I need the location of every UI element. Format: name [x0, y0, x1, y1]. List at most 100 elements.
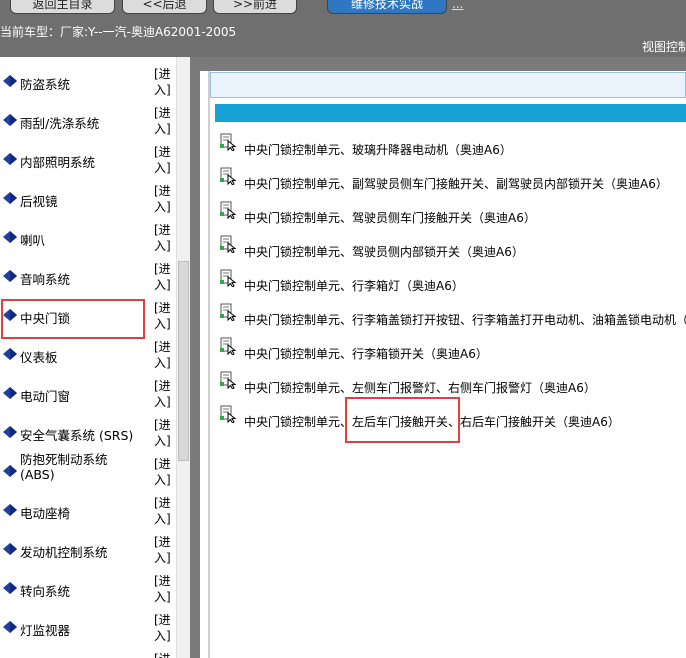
sidebar-item-label: 防抱死制动系统 (ABS)	[20, 452, 108, 482]
enter-link[interactable]: [进入]	[154, 534, 174, 566]
content-header-panel	[210, 72, 686, 98]
document-link-icon	[220, 405, 237, 423]
enter-link[interactable]: [进入]	[154, 222, 174, 254]
content-link-row[interactable]: 中央门锁控制单元、驾驶员侧车门接触开关（奥迪A6）	[216, 199, 686, 233]
diamond-icon	[3, 75, 17, 87]
sidebar-item-label: 雨刮/洗涤系统	[20, 116, 100, 131]
enter-link[interactable]: [进入]	[154, 417, 174, 449]
highlight-box-sidebar	[1, 299, 145, 339]
sidebar-item-lamp-monitor[interactable]: 灯监视器 [进入]	[0, 608, 176, 647]
diamond-icon	[3, 270, 17, 282]
view-control-label[interactable]: 视图控制	[642, 38, 686, 55]
forward-button[interactable]: >>前进	[213, 0, 297, 14]
sidebar-item-abs[interactable]: 防抱死制动系统 (ABS) [进入]	[0, 452, 176, 491]
sidebar-item-power-window[interactable]: 电动门窗 [进入]	[0, 374, 176, 413]
sidebar-item-label: 安全气囊系统 (SRS)	[20, 428, 134, 443]
document-link-icon	[220, 303, 237, 321]
enter-link[interactable]: [进入]	[154, 300, 174, 332]
enter-link[interactable]: [进入]	[154, 66, 174, 98]
sidebar-item-anti-theft[interactable]: 防盗系统 [进入]	[0, 62, 176, 101]
content-link-text[interactable]: 中央门锁控制单元、副驾驶员侧车门接触开关、副驾驶员内部锁开关（奥迪A6）	[244, 175, 668, 192]
more-link[interactable]: ...	[452, 0, 463, 11]
content-link-row[interactable]: 中央门锁控制单元、副驾驶员侧车门接触开关、副驾驶员内部锁开关（奥迪A6）	[216, 165, 686, 199]
enter-link[interactable]: [进入]	[154, 339, 174, 371]
content-link-text[interactable]: 中央门锁控制单元、驾驶员侧车门接触开关（奥迪A6）	[244, 209, 536, 226]
scrollbar-thumb[interactable]	[178, 261, 189, 461]
diamond-icon	[3, 543, 17, 555]
enter-link[interactable]: [进入]	[154, 612, 174, 644]
content-title-bar	[215, 104, 686, 122]
diamond-icon	[3, 231, 17, 243]
content-left-border	[208, 71, 210, 658]
document-link-icon	[220, 337, 237, 355]
content-link-text[interactable]: 中央门锁控制单元、行李箱灯（奥迪A6）	[244, 277, 464, 294]
diamond-icon	[3, 348, 17, 360]
diamond-icon	[3, 114, 17, 126]
sidebar-item-partial: [进入]	[0, 647, 176, 658]
diamond-icon	[3, 621, 17, 633]
frame-gap	[200, 57, 208, 658]
enter-link[interactable]: [进入]	[154, 495, 174, 527]
enter-link[interactable]: [进入]	[154, 573, 174, 605]
document-link-icon	[220, 371, 237, 389]
content-link-row[interactable]: 中央门锁控制单元、行李箱盖锁打开按钮、行李箱盖打开电动机、油箱盖锁电动机（奥	[216, 301, 686, 335]
sidebar-item-label: 内部照明系统	[20, 155, 96, 170]
top-toolbar: 返回主目录 <<后退 >>前进 维修技术实战 ... 当前车型：厂家:Y--一汽…	[0, 0, 686, 57]
sidebar-item-engine-control[interactable]: 发动机控制系统 [进入]	[0, 530, 176, 569]
diamond-icon	[3, 387, 17, 399]
content-link-text[interactable]: 中央门锁控制单元、行李箱盖锁打开按钮、行李箱盖打开电动机、油箱盖锁电动机（奥	[244, 311, 686, 328]
diamond-icon	[3, 192, 17, 204]
current-vehicle-label: 当前车型：厂家:Y--一汽-奥迪A62001-2005	[0, 25, 237, 39]
diamond-icon	[3, 426, 17, 438]
diamond-icon	[3, 504, 17, 516]
sidebar-item-label: 转向系统	[20, 584, 71, 599]
sidebar-item-airbag[interactable]: 安全气囊系统 (SRS) [进入]	[0, 413, 176, 452]
document-link-icon	[220, 269, 237, 287]
sidebar-item-label: 仪表板	[20, 350, 58, 365]
content-link-text[interactable]: 中央门锁控制单元、驾驶员侧内部锁开关（奥迪A6）	[244, 243, 524, 260]
content-link-text[interactable]: 中央门锁控制单元、行李箱锁开关（奥迪A6）	[244, 345, 488, 362]
enter-link[interactable]: [进入]	[154, 651, 174, 658]
enter-link[interactable]: [进入]	[154, 456, 174, 488]
content-link-row[interactable]: 中央门锁控制单元、行李箱灯（奥迪A6）	[216, 267, 686, 301]
sidebar: 防盗系统 [进入] 雨刮/洗涤系统 [进入] 内部照明系统 [进入] 后视镜 […	[0, 57, 190, 658]
enter-link[interactable]: [进入]	[154, 261, 174, 293]
sidebar-item-steering[interactable]: 转向系统 [进入]	[0, 569, 176, 608]
repair-tech-button[interactable]: 维修技术实战	[327, 0, 447, 14]
enter-link[interactable]: [进入]	[154, 378, 174, 410]
content-link-row[interactable]: 中央门锁控制单元、驾驶员侧内部锁开关（奥迪A6）	[216, 233, 686, 267]
document-link-icon	[220, 235, 237, 253]
sidebar-item-label: 灯监视器	[20, 623, 71, 638]
sidebar-scrollbar[interactable]	[176, 57, 191, 658]
sidebar-item-wiper[interactable]: 雨刮/洗涤系统 [进入]	[0, 101, 176, 140]
sidebar-item-label: 音响系统	[20, 272, 71, 287]
sidebar-item-horn[interactable]: 喇叭 [进入]	[0, 218, 176, 257]
diamond-icon	[3, 465, 17, 477]
content-link-text[interactable]: 中央门锁控制单元、左侧车门报警灯、右侧车门报警灯（奥迪A6）	[244, 379, 596, 396]
sidebar-item-label: 电动座椅	[20, 506, 71, 521]
content-link-text[interactable]: 中央门锁控制单元、玻璃升降器电动机（奥迪A6）	[244, 141, 512, 158]
sidebar-item-label: 防盗系统	[20, 77, 71, 92]
content-top-border	[200, 57, 686, 71]
diamond-icon	[3, 582, 17, 594]
sidebar-item-label: 电动门窗	[20, 389, 71, 404]
sidebar-item-label: 喇叭	[20, 233, 46, 248]
enter-link[interactable]: [进入]	[154, 144, 174, 176]
document-link-icon	[220, 167, 237, 185]
content-link-row[interactable]: 中央门锁控制单元、行李箱锁开关（奥迪A6）	[216, 335, 686, 369]
home-button[interactable]: 返回主目录	[10, 0, 115, 14]
diamond-icon	[3, 153, 17, 165]
enter-link[interactable]: [进入]	[154, 105, 174, 137]
sidebar-item-label: 后视镜	[20, 194, 58, 209]
sidebar-item-mirror[interactable]: 后视镜 [进入]	[0, 179, 176, 218]
enter-link[interactable]: [进入]	[154, 183, 174, 215]
back-button[interactable]: <<后退	[122, 0, 207, 14]
sidebar-item-power-seat[interactable]: 电动座椅 [进入]	[0, 491, 176, 530]
document-link-icon	[220, 201, 237, 219]
frame-divider[interactable]	[190, 57, 200, 658]
sidebar-item-instrument-panel[interactable]: 仪表板 [进入]	[0, 335, 176, 374]
sidebar-item-interior-light[interactable]: 内部照明系统 [进入]	[0, 140, 176, 179]
sidebar-item-label: 发动机控制系统	[20, 545, 108, 560]
content-link-row[interactable]: 中央门锁控制单元、玻璃升降器电动机（奥迪A6）	[216, 131, 686, 165]
sidebar-item-audio[interactable]: 音响系统 [进入]	[0, 257, 176, 296]
